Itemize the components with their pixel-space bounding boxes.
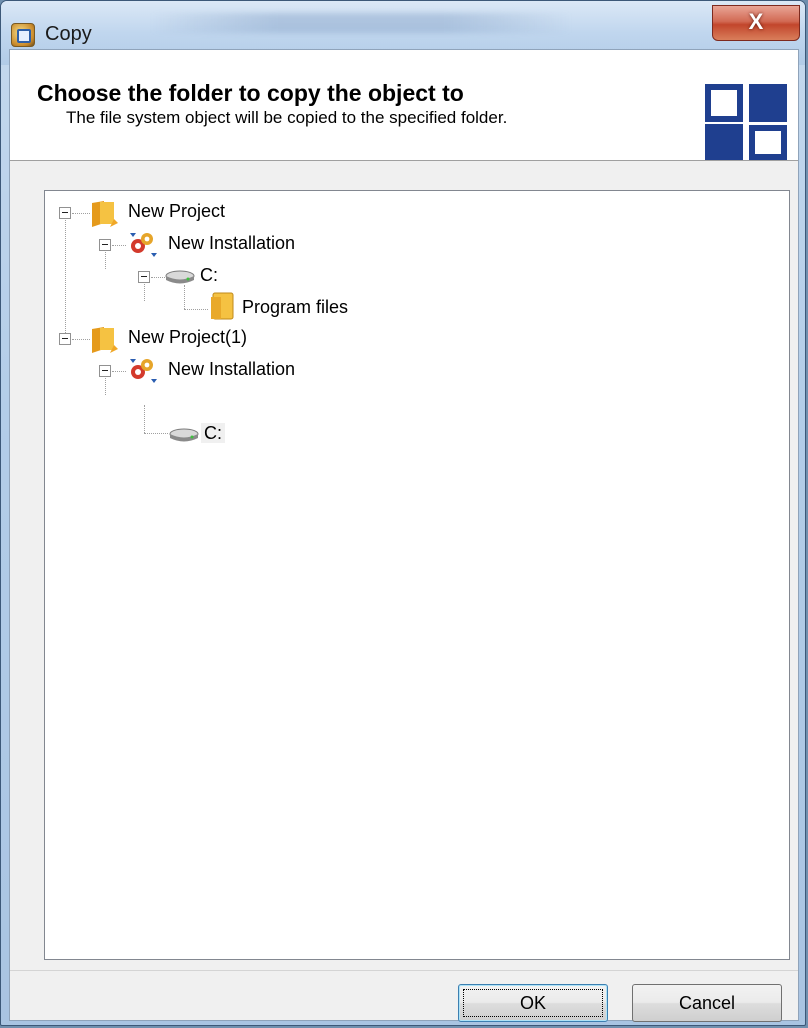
close-button[interactable]: X: [712, 5, 800, 41]
app-icon: [11, 23, 35, 47]
collapse-toggle[interactable]: [99, 365, 111, 377]
close-icon: X: [748, 9, 764, 34]
tree-node-new-installation-2[interactable]: New Installation: [165, 357, 298, 381]
tree-node-new-project[interactable]: New Project: [125, 199, 228, 223]
folder-icon: [211, 292, 234, 320]
tree-connector: [144, 405, 145, 433]
folder-tree[interactable]: New Project New Installation C: Program …: [44, 190, 790, 960]
blurred-title-background: [151, 13, 571, 33]
installation-gears-icon: [130, 359, 157, 383]
tree-connector: [144, 433, 168, 434]
tree-connector: [151, 277, 165, 278]
tree-node-program-files[interactable]: Program files: [239, 295, 351, 319]
footer-divider: [10, 970, 798, 971]
tree-node-new-installation[interactable]: New Installation: [165, 231, 298, 255]
header-title: Choose the folder to copy the object to: [37, 80, 464, 106]
collapse-toggle[interactable]: [138, 271, 150, 283]
tree-node-label: C:: [200, 265, 218, 285]
tree-node-label: Program files: [242, 297, 349, 317]
dialog-header: Choose the folder to copy the object to …: [10, 50, 798, 161]
tree-node-drive-c[interactable]: C:: [197, 263, 221, 287]
tree-node-label: New Installation: [168, 233, 296, 253]
wizard-logo-icon: [705, 84, 787, 160]
tree-connector: [72, 213, 90, 214]
tree-connector: [65, 213, 66, 339]
collapse-toggle[interactable]: [59, 333, 71, 345]
cancel-button[interactable]: Cancel: [632, 984, 782, 1022]
window-title: Copy: [45, 23, 92, 45]
dialog-client-area: Choose the folder to copy the object to …: [9, 49, 799, 1022]
tree-node-new-project-1[interactable]: New Project(1): [125, 325, 250, 349]
tree-node-label: New Project: [128, 201, 226, 221]
project-folder-icon: [92, 327, 118, 353]
collapse-toggle[interactable]: [59, 207, 71, 219]
tree-node-label: New Installation: [168, 359, 296, 379]
drive-icon: [169, 428, 199, 442]
project-folder-icon: [92, 201, 118, 227]
ok-button[interactable]: OK: [458, 984, 608, 1022]
collapse-toggle[interactable]: [99, 239, 111, 251]
installation-gears-icon: [130, 233, 157, 257]
tree-node-drive-c-2[interactable]: C:: [201, 421, 225, 445]
tree-connector: [72, 339, 90, 340]
drive-icon: [165, 270, 195, 284]
tree-node-label: New Project(1): [128, 327, 248, 347]
tree-connector: [112, 371, 126, 372]
tree-connector: [184, 285, 185, 309]
header-subtitle: The file system object will be copied to…: [66, 108, 508, 127]
copy-dialog: Copy X Choose the folder to copy the obj…: [0, 0, 806, 1026]
tree-connector: [184, 309, 208, 310]
tree-node-label: C:: [201, 423, 225, 443]
cancel-button-label: Cancel: [678, 993, 736, 1013]
focus-rectangle: [463, 989, 603, 1017]
tree-connector: [112, 245, 126, 246]
